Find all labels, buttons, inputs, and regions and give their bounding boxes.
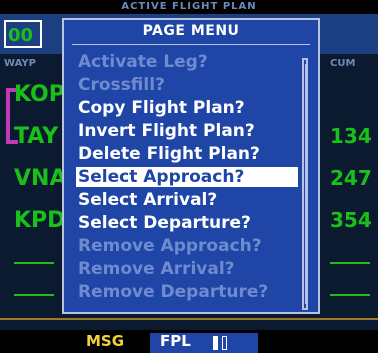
menu-item-remove-approach: Remove Approach? (78, 236, 262, 256)
menu-scrollbar-thumb[interactable] (305, 64, 307, 304)
flight-plan-number-box: 00 (4, 20, 42, 48)
menu-item-delete-flight-plan[interactable]: Delete Flight Plan? (78, 144, 260, 164)
menu-item-crossfill: Crossfill? (78, 75, 165, 95)
cum-value-1: 134 (330, 124, 372, 148)
waypoint-row-3[interactable]: VNA (14, 166, 66, 191)
empty-row-dash (14, 294, 54, 296)
page-indicator-active (213, 336, 218, 350)
menu-item-invert-flight-plan[interactable]: Invert Flight Plan? (78, 121, 255, 141)
waypoint-row-4[interactable]: KPD (14, 208, 65, 233)
page-indicator-inactive (222, 336, 227, 350)
msg-annunciator[interactable]: MSG (86, 330, 124, 353)
menu-title-divider (72, 44, 310, 45)
menu-item-remove-departure: Remove Departure? (78, 282, 269, 302)
waypoint-row-1[interactable]: KOP (14, 82, 65, 107)
menu-item-select-arrival[interactable]: Select Arrival? (78, 190, 217, 210)
divider-line (0, 318, 378, 320)
page-title: ACTIVE FLIGHT PLAN (0, 0, 378, 14)
cum-value-2: 247 (330, 166, 372, 190)
cum-value-3: 354 (330, 208, 372, 232)
menu-item-select-departure[interactable]: Select Departure? (78, 213, 251, 233)
menu-item-activate-leg: Activate Leg? (78, 52, 208, 72)
waypoint-column-header: WAYP (4, 58, 36, 69)
menu-item-remove-arrival: Remove Arrival? (78, 259, 235, 279)
menu-scrollbar[interactable] (302, 58, 308, 310)
menu-item-select-approach[interactable]: Select Approach? (76, 167, 298, 187)
empty-row-dash (330, 294, 370, 296)
empty-row-dash (14, 262, 54, 264)
cumulative-column-header: CUM (330, 58, 356, 69)
menu-item-copy-flight-plan[interactable]: Copy Flight Plan? (78, 98, 245, 118)
page-menu-dialog: PAGE MENU Activate Leg? Crossfill? Copy … (62, 18, 320, 314)
empty-row-dash (330, 262, 370, 264)
page-group-label: FPL (160, 332, 191, 350)
menu-title: PAGE MENU (142, 23, 240, 39)
waypoint-row-2[interactable]: TAY (14, 124, 58, 149)
